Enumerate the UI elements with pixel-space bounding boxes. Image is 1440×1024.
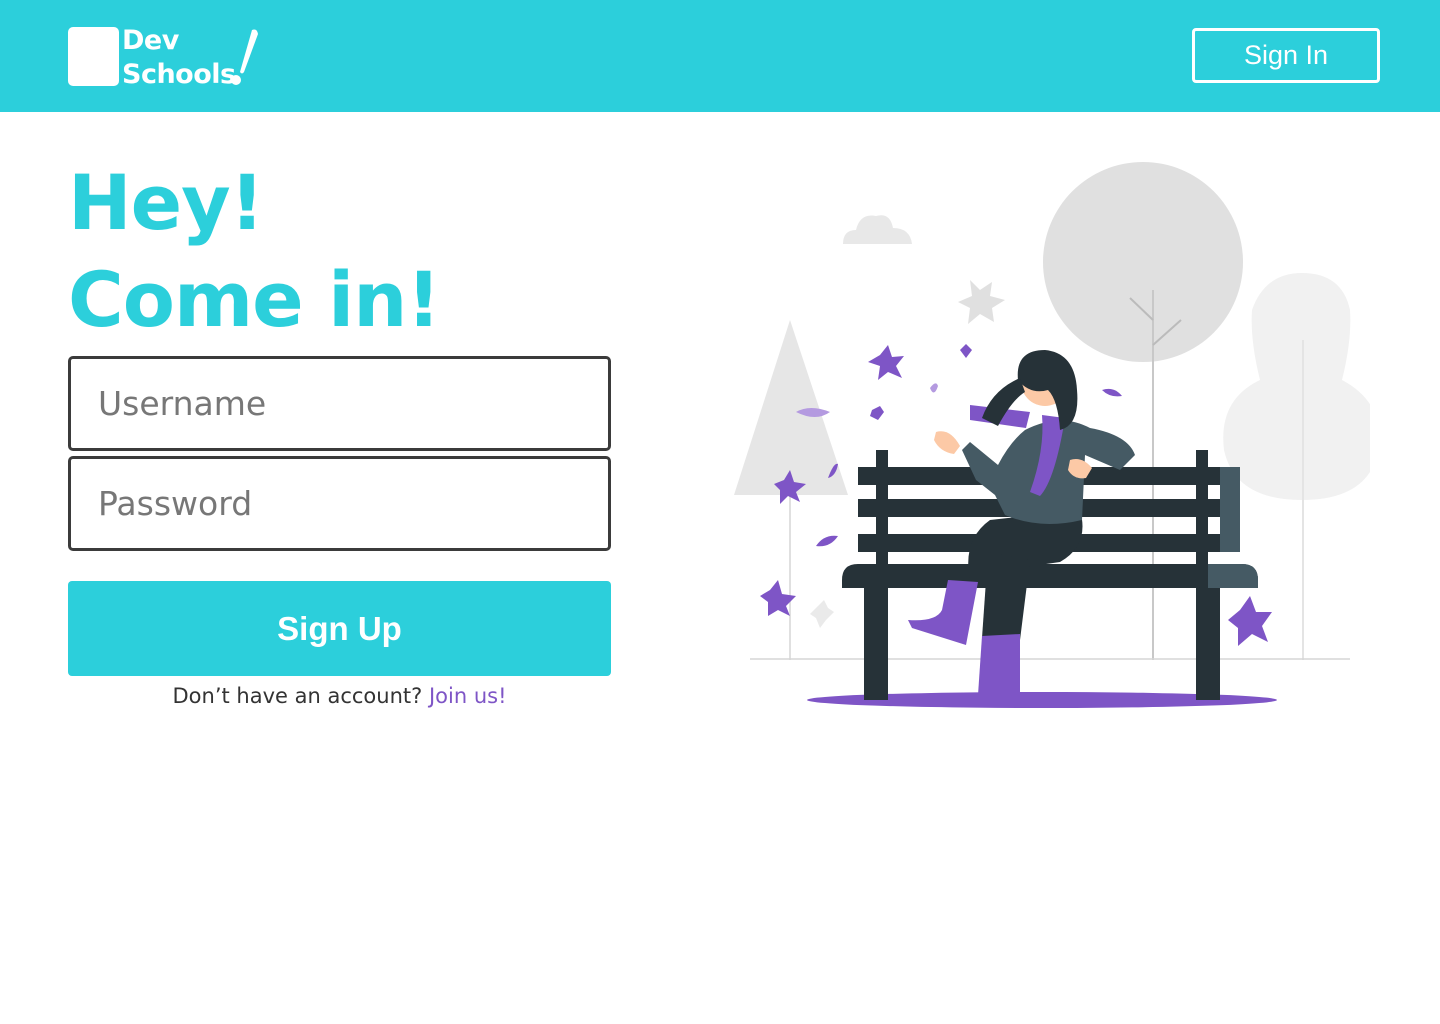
hero-heading: Hey! Come in! <box>68 154 441 348</box>
logo-line-schools: Schools <box>122 59 236 90</box>
pen-mark-icon <box>231 29 258 85</box>
dev-schools-logo[interactable]: Dev Schools <box>68 24 268 90</box>
hero-line-come-in: Come in! <box>68 255 441 344</box>
woman-on-bench-illustration <box>734 162 1370 708</box>
username-input[interactable] <box>68 356 611 451</box>
hero-line-hey: Hey! <box>68 158 264 247</box>
join-prompt-text: Don’t have an account? <box>172 684 423 708</box>
logo-square-icon <box>68 27 119 86</box>
password-input[interactable] <box>68 456 611 551</box>
logo-wordmark: Dev Schools <box>122 24 236 92</box>
join-us-link[interactable]: Join us! <box>429 684 507 708</box>
sign-up-button[interactable]: Sign Up <box>68 581 611 676</box>
sign-in-button[interactable]: Sign In <box>1192 28 1380 83</box>
join-prompt: Don’t have an account? Join us! <box>68 682 611 710</box>
top-nav-bar: Dev Schools Sign In <box>0 0 1440 112</box>
logo-line-dev: Dev <box>122 25 179 56</box>
